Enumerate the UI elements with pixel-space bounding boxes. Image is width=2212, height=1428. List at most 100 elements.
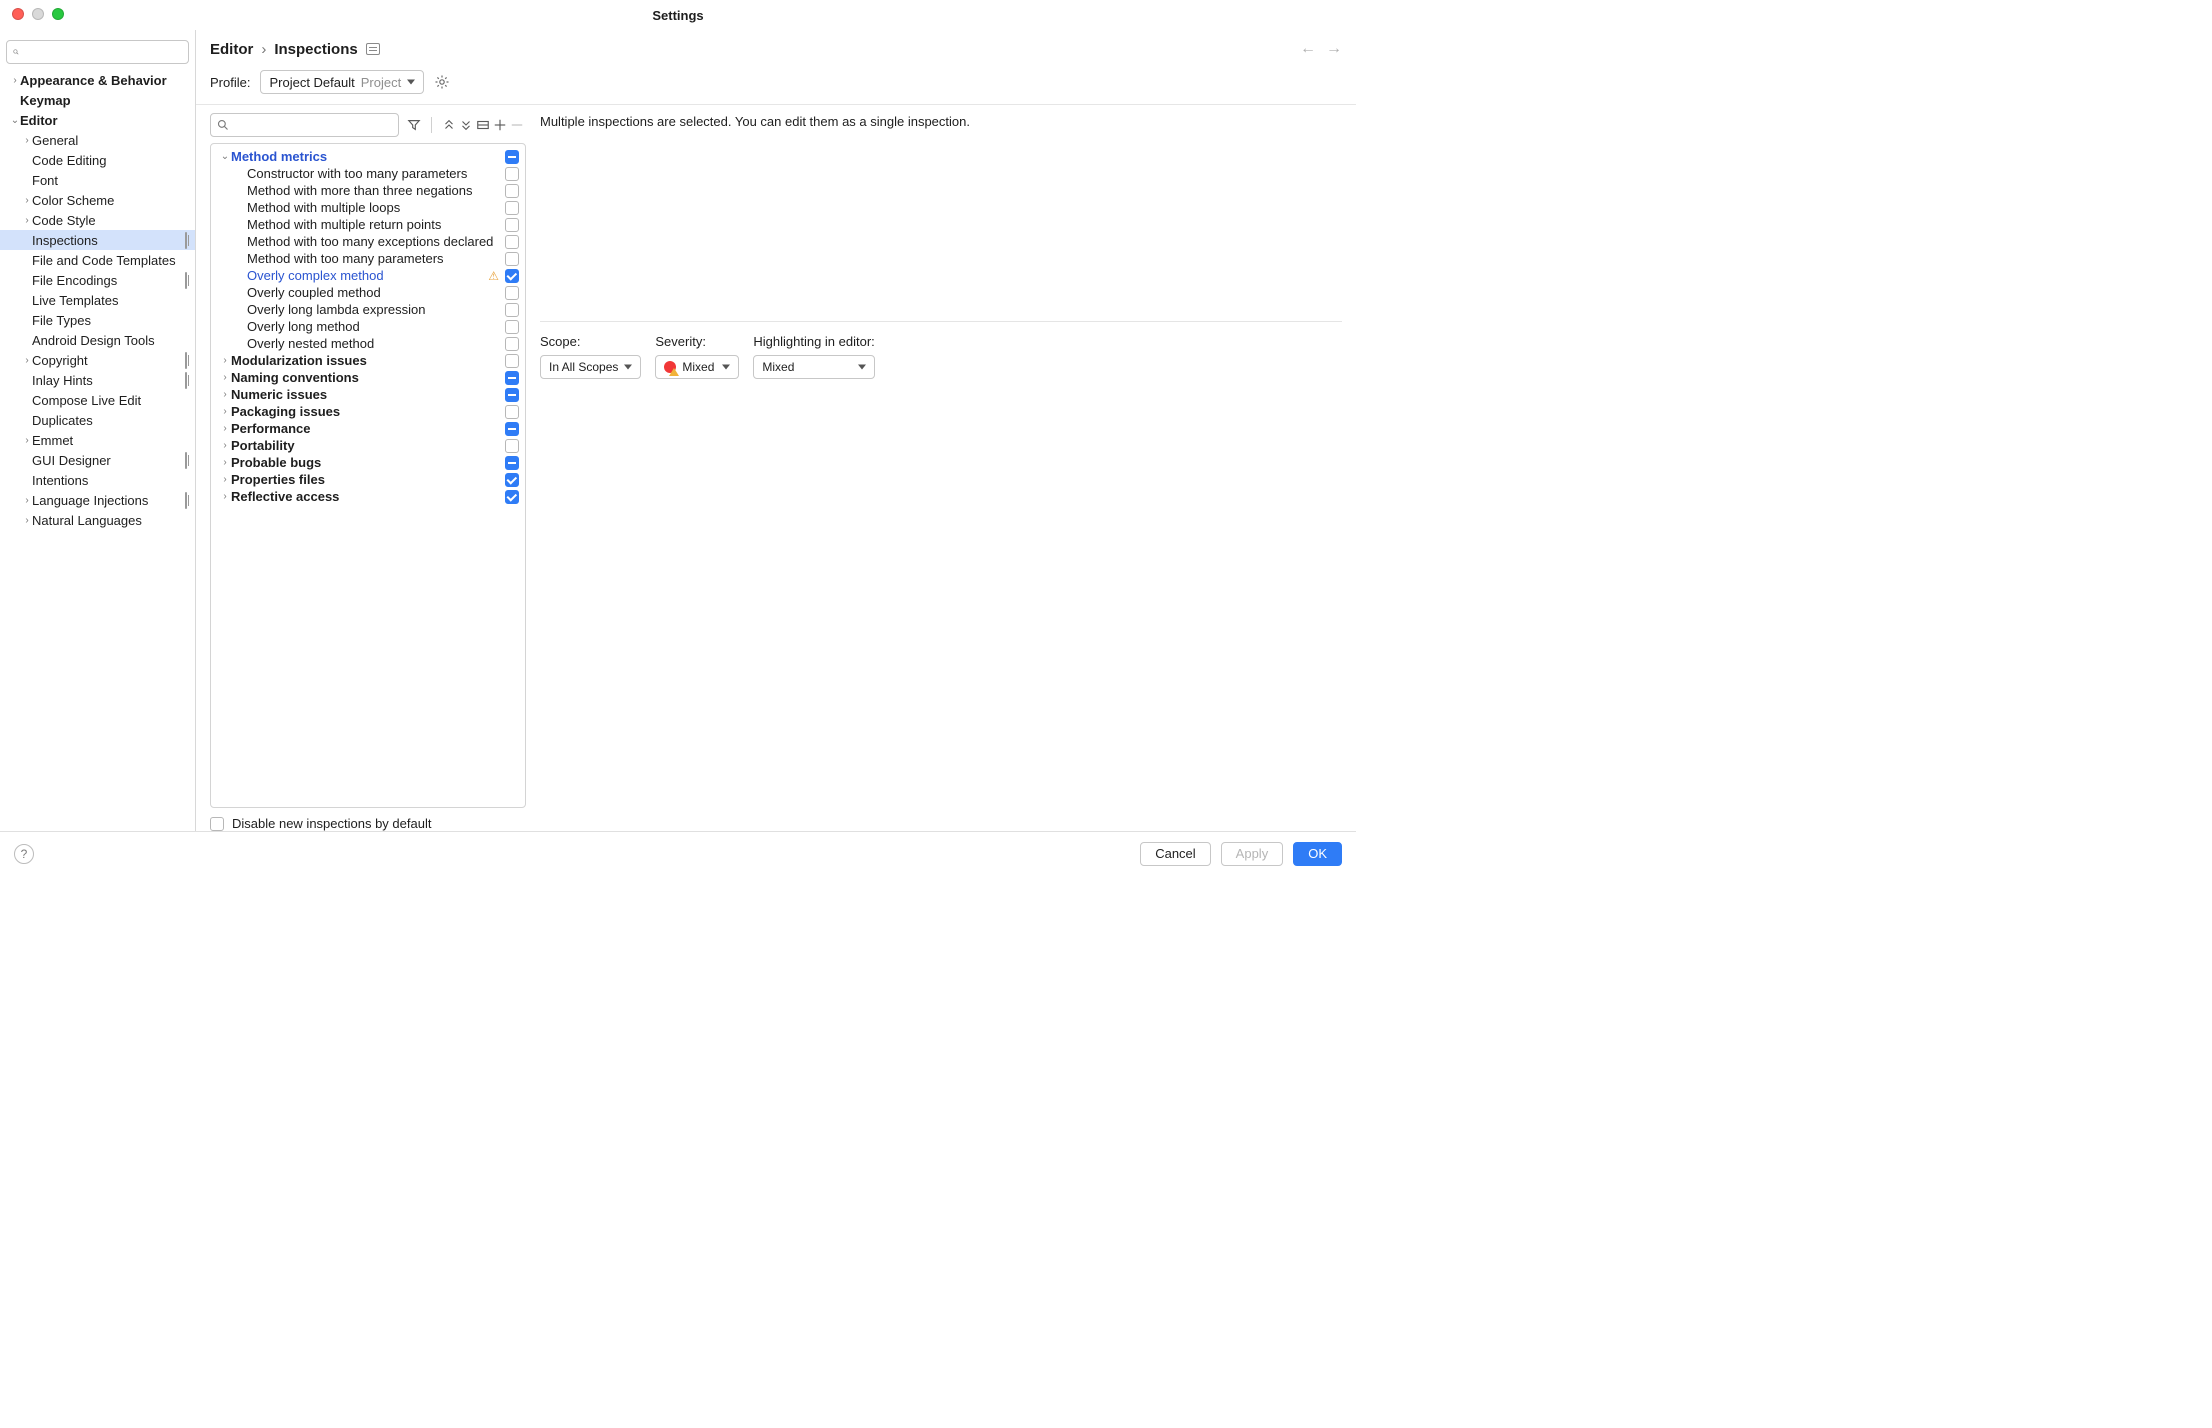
tree-row[interactable]: ›Numeric issues: [211, 386, 525, 403]
inspection-checkbox[interactable]: [505, 371, 519, 385]
tree-row[interactable]: ⌄Method metrics: [211, 148, 525, 165]
profile-gear-button[interactable]: [434, 74, 450, 90]
inspection-checkbox[interactable]: [505, 337, 519, 351]
sidebar-item-copyright[interactable]: › Copyright: [0, 350, 195, 370]
help-button[interactable]: ?: [14, 844, 34, 864]
inspection-checkbox[interactable]: [505, 303, 519, 317]
inspection-checkbox[interactable]: [505, 201, 519, 215]
inspection-checkbox[interactable]: [505, 252, 519, 266]
scope-dropdown[interactable]: In All Scopes: [540, 355, 641, 379]
sidebar-item-android-design-tools[interactable]: Android Design Tools: [0, 330, 195, 350]
sidebar-item-keymap[interactable]: Keymap: [0, 90, 195, 110]
sidebar-item-inlay-hints[interactable]: Inlay Hints: [0, 370, 195, 390]
inspections-search[interactable]: [210, 113, 399, 137]
inspection-checkbox[interactable]: [505, 422, 519, 436]
inspection-checkbox[interactable]: [505, 320, 519, 334]
tree-row[interactable]: ›Naming conventions: [211, 369, 525, 386]
sidebar-item-file-types[interactable]: File Types: [0, 310, 195, 330]
tree-row[interactable]: Constructor with too many parameters: [211, 165, 525, 182]
tree-row[interactable]: Method with too many parameters: [211, 250, 525, 267]
chevron-icon: ›: [219, 389, 231, 400]
sidebar-item-emmet[interactable]: › Emmet: [0, 430, 195, 450]
sidebar-item-natural-languages[interactable]: › Natural Languages: [0, 510, 195, 530]
tree-row[interactable]: ›Performance: [211, 420, 525, 437]
add-icon[interactable]: [492, 115, 509, 135]
inspection-checkbox[interactable]: [505, 286, 519, 300]
sidebar-item-label: GUI Designer: [32, 453, 185, 468]
inspection-checkbox[interactable]: [505, 405, 519, 419]
breadcrumb: Editor › Inspections ← →: [196, 30, 1356, 64]
sidebar-item-intentions[interactable]: Intentions: [0, 470, 195, 490]
cancel-button[interactable]: Cancel: [1140, 842, 1210, 866]
filter-icon[interactable]: [406, 115, 423, 135]
sidebar-search[interactable]: [6, 40, 189, 64]
tree-row[interactable]: Method with multiple return points: [211, 216, 525, 233]
inspections-search-input[interactable]: [233, 117, 392, 133]
tree-row-label: Probable bugs: [231, 455, 505, 470]
zoom-window-button[interactable]: [52, 8, 64, 20]
sidebar-item-code-style[interactable]: › Code Style: [0, 210, 195, 230]
breadcrumb-editor[interactable]: Editor: [210, 41, 253, 58]
inspection-checkbox[interactable]: [505, 439, 519, 453]
reset-icon[interactable]: [474, 115, 491, 135]
sidebar-item-duplicates[interactable]: Duplicates: [0, 410, 195, 430]
inspection-checkbox[interactable]: [505, 269, 519, 283]
tree-row[interactable]: Overly long method: [211, 318, 525, 335]
inspection-checkbox[interactable]: [505, 235, 519, 249]
inspection-checkbox[interactable]: [505, 456, 519, 470]
inspection-checkbox[interactable]: [505, 184, 519, 198]
forward-icon[interactable]: →: [1326, 40, 1342, 58]
tree-row[interactable]: Overly complex method⚠: [211, 267, 525, 284]
severity-dropdown[interactable]: Mixed: [655, 355, 739, 379]
sidebar-item-label: Language Injections: [32, 493, 185, 508]
inspection-checkbox[interactable]: [505, 150, 519, 164]
inspection-checkbox[interactable]: [505, 473, 519, 487]
tree-row[interactable]: ›Packaging issues: [211, 403, 525, 420]
sidebar-item-file-encodings[interactable]: File Encodings: [0, 270, 195, 290]
ok-button[interactable]: OK: [1293, 842, 1342, 866]
highlight-dropdown[interactable]: Mixed: [753, 355, 874, 379]
expand-all-icon[interactable]: [440, 115, 457, 135]
remove-icon[interactable]: [509, 115, 526, 135]
sidebar-item-color-scheme[interactable]: › Color Scheme: [0, 190, 195, 210]
disable-new-checkbox[interactable]: [210, 817, 224, 831]
apply-button[interactable]: Apply: [1221, 842, 1284, 866]
inspection-checkbox[interactable]: [505, 354, 519, 368]
inspection-checkbox[interactable]: [505, 388, 519, 402]
tree-row[interactable]: Method with more than three negations: [211, 182, 525, 199]
collapse-all-icon[interactable]: [457, 115, 474, 135]
tree-row[interactable]: ›Properties files: [211, 471, 525, 488]
show-scheme-icon[interactable]: [366, 43, 380, 55]
sidebar-item-label: Natural Languages: [32, 513, 187, 528]
tree-row[interactable]: Overly nested method: [211, 335, 525, 352]
tree-row[interactable]: ›Modularization issues: [211, 352, 525, 369]
tree-row[interactable]: Method with too many exceptions declared: [211, 233, 525, 250]
tree-row[interactable]: Method with multiple loops: [211, 199, 525, 216]
inspections-tree[interactable]: ⌄Method metricsConstructor with too many…: [210, 143, 526, 808]
tree-row[interactable]: ›Reflective access: [211, 488, 525, 505]
sidebar-item-font[interactable]: Font: [0, 170, 195, 190]
inspection-checkbox[interactable]: [505, 490, 519, 504]
tree-row[interactable]: Overly long lambda expression: [211, 301, 525, 318]
sidebar-item-code-editing[interactable]: Code Editing: [0, 150, 195, 170]
sidebar-item-general[interactable]: › General: [0, 130, 195, 150]
sidebar-search-input[interactable]: [23, 44, 182, 60]
sidebar-item-language-injections[interactable]: › Language Injections: [0, 490, 195, 510]
close-window-button[interactable]: [12, 8, 24, 20]
back-icon[interactable]: ←: [1300, 40, 1316, 58]
sidebar-item-inspections[interactable]: Inspections: [0, 230, 195, 250]
sidebar-item-editor[interactable]: ⌄ Editor: [0, 110, 195, 130]
sidebar-item-gui-designer[interactable]: GUI Designer: [0, 450, 195, 470]
sidebar-item-file-and-code-templates[interactable]: File and Code Templates: [0, 250, 195, 270]
profile-select[interactable]: Project Default Project: [260, 70, 424, 94]
tree-row[interactable]: ›Portability: [211, 437, 525, 454]
sidebar-item-live-templates[interactable]: Live Templates: [0, 290, 195, 310]
sidebar-item-appearance-behavior[interactable]: › Appearance & Behavior: [0, 70, 195, 90]
minimize-window-button[interactable]: [32, 8, 44, 20]
tree-row[interactable]: Overly coupled method: [211, 284, 525, 301]
inspection-checkbox[interactable]: [505, 218, 519, 232]
sidebar-item-compose-live-edit[interactable]: Compose Live Edit: [0, 390, 195, 410]
inspection-checkbox[interactable]: [505, 167, 519, 181]
tree-row[interactable]: ›Probable bugs: [211, 454, 525, 471]
tree-row-label: Reflective access: [231, 489, 505, 504]
